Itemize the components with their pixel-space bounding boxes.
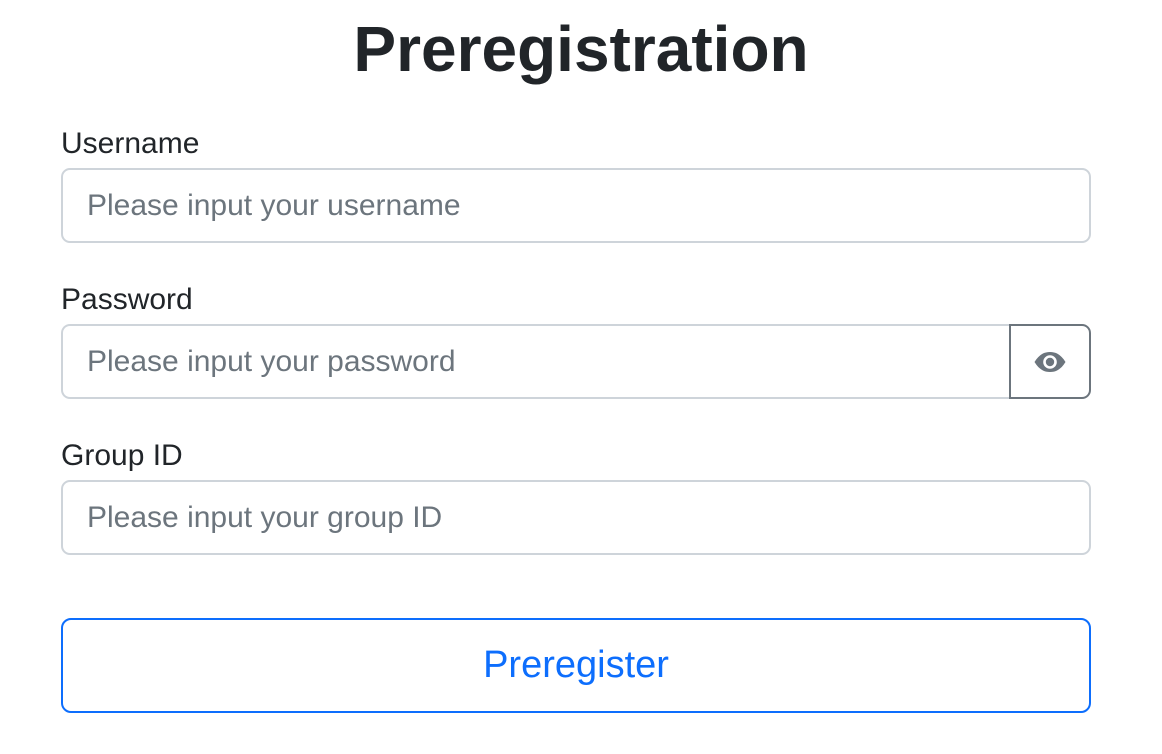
username-input[interactable]	[61, 168, 1091, 243]
password-input[interactable]	[61, 324, 1009, 399]
group-id-group: Group ID	[61, 438, 1091, 555]
preregistration-form: Username Password Group ID Preregister	[61, 126, 1091, 713]
eye-icon	[1034, 351, 1066, 372]
username-group: Username	[61, 126, 1091, 243]
password-label: Password	[61, 283, 193, 316]
show-password-button[interactable]	[1009, 324, 1091, 399]
username-label: Username	[61, 127, 200, 160]
group-id-input[interactable]	[61, 480, 1091, 555]
password-group: Password	[61, 282, 1091, 399]
preregister-button[interactable]: Preregister	[61, 618, 1091, 713]
password-input-group	[61, 324, 1091, 399]
page-title: Preregistration	[353, 13, 809, 85]
group-id-label: Group ID	[61, 439, 183, 472]
